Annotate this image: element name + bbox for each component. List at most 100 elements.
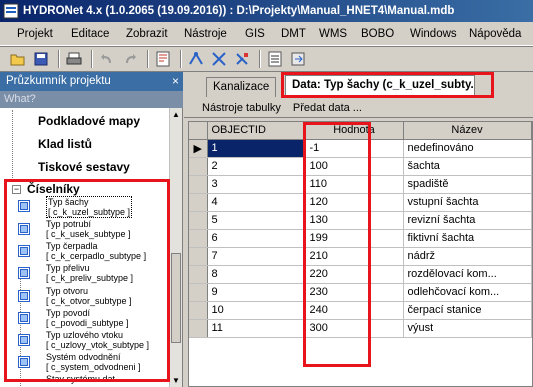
cell-objectid[interactable]: 11 <box>207 319 306 338</box>
column-header-hodnota[interactable]: Hodnota <box>305 122 404 140</box>
menu-nastroje[interactable]: Nástroje <box>184 28 227 40</box>
tree-node-podkladove-mapy[interactable]: Podkladové mapy <box>38 114 140 128</box>
cell-hodnota[interactable]: 130 <box>305 211 404 230</box>
tree-leaf-typ-otvoru[interactable]: Typ otvoru [ c_k_otvor_subtype ] <box>18 286 132 306</box>
menu-napoveda[interactable]: Nápověda <box>469 28 521 40</box>
cell-objectid[interactable]: 2 <box>207 157 306 176</box>
leaf-name: Typ uzlového vtoku <box>46 330 124 340</box>
table-tools-button[interactable]: Nástroje tabulky <box>202 102 281 114</box>
tab-kanalizace[interactable]: Kanalizace <box>206 77 277 97</box>
cell-hodnota[interactable]: 120 <box>305 193 404 212</box>
cell-nazev[interactable]: vstupní šachta <box>403 193 532 212</box>
table-icon <box>18 223 30 235</box>
collapse-icon[interactable]: − <box>12 184 21 194</box>
redo-icon[interactable] <box>120 49 140 69</box>
cell-objectid[interactable]: 1 <box>207 139 306 158</box>
table-row[interactable]: 6 199 fiktivní šachta <box>189 229 532 248</box>
menu-dmt[interactable]: DMT <box>281 28 306 40</box>
table-row[interactable]: 4 120 vstupní šachta <box>189 193 532 212</box>
row-indicator <box>189 229 208 248</box>
table-row[interactable]: 9 230 odlehčovací kom... <box>189 283 532 302</box>
export-icon[interactable] <box>288 49 308 69</box>
pass-data-button[interactable]: Předat data ... <box>293 102 362 114</box>
tab-data-typ-sachy[interactable]: Data: Typ šachy (c_k_uzel_subty... <box>285 75 475 98</box>
cell-objectid[interactable]: 7 <box>207 247 306 266</box>
cell-hodnota[interactable]: 220 <box>305 265 404 284</box>
save-icon[interactable] <box>31 49 51 69</box>
node-tool-icon[interactable] <box>186 49 206 69</box>
scrollbar-thumb[interactable] <box>171 253 181 343</box>
cell-nazev[interactable]: čerpací stanice <box>403 301 532 320</box>
toolbar-separator <box>180 50 182 68</box>
menu-projekt[interactable]: Projekt <box>17 28 53 40</box>
table-row[interactable]: 2 100 šachta <box>189 157 532 176</box>
table-row[interactable]: 7 210 nádrž <box>189 247 532 266</box>
scroll-up-icon[interactable]: ▲ <box>172 110 180 119</box>
cell-hodnota[interactable]: -1 <box>305 139 404 158</box>
table-row[interactable]: 10 240 čerpací stanice <box>189 301 532 320</box>
table-row[interactable]: 5 130 revizní šachta <box>189 211 532 230</box>
calc-icon[interactable] <box>153 49 173 69</box>
cell-nazev[interactable]: výust <box>403 319 532 338</box>
column-header-nazev[interactable]: Název <box>403 122 532 140</box>
cell-nazev[interactable]: spadiště <box>403 175 532 194</box>
print-icon[interactable] <box>64 49 84 69</box>
cell-hodnota[interactable]: 110 <box>305 175 404 194</box>
tree-node-ciselniky[interactable]: − Číselníky <box>12 182 80 196</box>
leaf-name: Typ povodí <box>46 308 91 318</box>
cell-objectid[interactable]: 8 <box>207 265 306 284</box>
tree-leaf-system-odvodneni[interactable]: Systém odvodnění [ c_system_odvodneni ] <box>18 352 141 372</box>
menu-editace[interactable]: Editace <box>71 28 109 40</box>
cell-hodnota[interactable]: 100 <box>305 157 404 176</box>
cell-objectid[interactable]: 6 <box>207 229 306 248</box>
cell-nazev[interactable]: nádrž <box>403 247 532 266</box>
tree-node-tiskove-sestavy[interactable]: Tiskové sestavy <box>38 160 130 174</box>
tree-leaf-typ-cerpadla[interactable]: Typ čerpadla [ c_k_cerpadlo_subtype ] <box>18 241 146 261</box>
check-tool-icon[interactable] <box>232 49 252 69</box>
cell-hodnota[interactable]: 300 <box>305 319 404 338</box>
tree-leaf-typ-povodi[interactable]: Typ povodí [ c_povodi_subtype ] <box>18 308 129 328</box>
undo-icon[interactable] <box>97 49 117 69</box>
explorer-scrollbar[interactable]: ▲ ▼ <box>169 108 182 387</box>
cell-objectid[interactable]: 3 <box>207 175 306 194</box>
toolbar-separator <box>259 50 261 68</box>
cell-objectid[interactable]: 9 <box>207 283 306 302</box>
menu-windows[interactable]: Windows <box>410 28 457 40</box>
table-row[interactable]: 8 220 rozdělovací kom... <box>189 265 532 284</box>
cell-objectid[interactable]: 4 <box>207 193 306 212</box>
close-icon[interactable]: × <box>172 74 179 88</box>
cell-hodnota[interactable]: 230 <box>305 283 404 302</box>
tree-node-klad-listu[interactable]: Klad listů <box>38 137 92 151</box>
scroll-down-icon[interactable]: ▼ <box>172 376 180 385</box>
cell-objectid[interactable]: 10 <box>207 301 306 320</box>
cell-nazev[interactable]: nedefinováno <box>403 139 532 158</box>
cell-hodnota[interactable]: 240 <box>305 301 404 320</box>
network-tool-icon[interactable] <box>209 49 229 69</box>
cell-nazev[interactable]: odlehčovací kom... <box>403 283 532 302</box>
column-header-objectid[interactable]: OBJECTID <box>207 122 306 140</box>
menu-wms[interactable]: WMS <box>319 28 347 40</box>
table-row[interactable]: 11 300 výust <box>189 319 532 338</box>
table-row[interactable]: 3 110 spadiště <box>189 175 532 194</box>
cell-hodnota[interactable]: 199 <box>305 229 404 248</box>
cell-nazev[interactable]: rozdělovací kom... <box>403 265 532 284</box>
tree-leaf-typ-uzloveho-vtoku[interactable]: Typ uzlového vtoku [ c_uzlovy_vtok_subty… <box>18 330 149 350</box>
row-indicator <box>189 157 208 176</box>
cell-hodnota[interactable]: 210 <box>305 247 404 266</box>
explorer-search-input[interactable]: What? <box>0 91 183 108</box>
open-icon[interactable] <box>8 49 28 69</box>
tree-leaf-typ-prelivu[interactable]: Typ přelivu [ c_k_preliv_subtype ] <box>18 263 133 283</box>
cell-nazev[interactable]: fiktivní šachta <box>403 229 532 248</box>
tree-leaf-stav-systemu-dat[interactable]: Stav systému dat <box>46 374 115 384</box>
explorer-header: Průzkumník projektu × <box>0 72 183 91</box>
table-row[interactable]: ▶ 1 -1 nedefinováno <box>189 139 532 158</box>
menu-zobrazit[interactable]: Zobrazit <box>126 28 168 40</box>
menu-bobo[interactable]: BOBO <box>361 28 394 40</box>
report-icon[interactable] <box>265 49 285 69</box>
cell-nazev[interactable]: revizní šachta <box>403 211 532 230</box>
cell-objectid[interactable]: 5 <box>207 211 306 230</box>
tree-leaf-typ-sachy[interactable]: Typ šachy [ c_k_uzel_subtype ] <box>18 196 133 218</box>
menu-gis[interactable]: GIS <box>245 28 265 40</box>
tree-leaf-typ-potrubi[interactable]: Typ potrubí [ c_k_usek_subtype ] <box>18 219 131 239</box>
cell-nazev[interactable]: šachta <box>403 157 532 176</box>
